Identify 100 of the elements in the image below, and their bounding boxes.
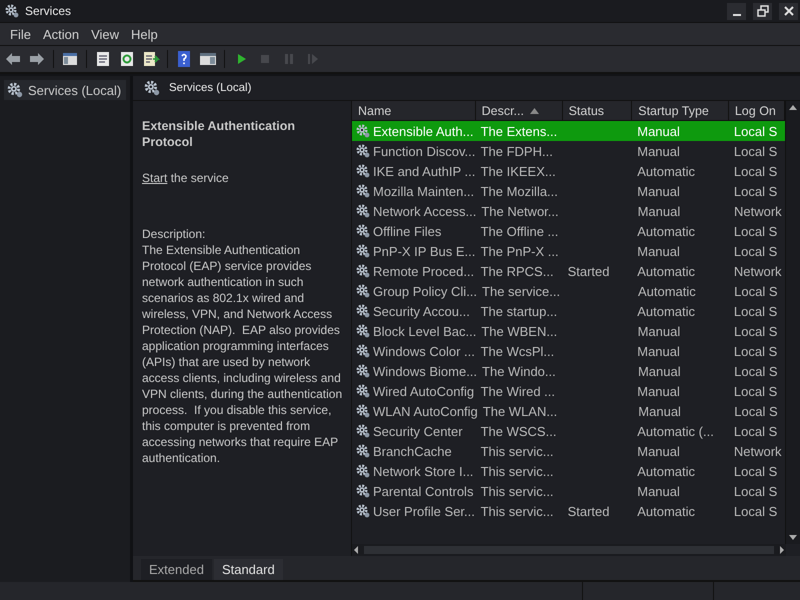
tree-item[interactable]: Services (Local) (4, 80, 126, 100)
column-header[interactable]: Name (352, 101, 476, 121)
view-tab[interactable]: Extended (141, 559, 212, 580)
table-cell: Automatic (637, 264, 696, 278)
service-icon (355, 183, 371, 199)
table-cell: This servic... (480, 484, 554, 498)
table-row[interactable]: Function Discov... The FDPH... Manual Local S (352, 141, 785, 161)
table-cell: Manual (638, 404, 681, 418)
table-cell: Block Level Bac... (373, 324, 476, 338)
table-cell: Manual (637, 244, 680, 258)
table-cell: BranchCache (373, 444, 452, 458)
table-cell: The IKEEX... (480, 164, 556, 178)
menu-item[interactable]: Action (36, 24, 86, 44)
table-cell: Manual (637, 144, 680, 158)
service-icon (355, 323, 371, 339)
table-cell: Local S (734, 124, 778, 138)
vertical-scrollbar[interactable] (785, 101, 800, 544)
minimize-button[interactable] (727, 2, 746, 20)
table-cell: Local S (734, 364, 778, 378)
table-cell: IKE and AuthIP ... (373, 164, 476, 178)
menu-item[interactable]: View (85, 24, 126, 44)
service-icon (355, 363, 371, 379)
close-button[interactable] (779, 2, 798, 20)
scroll-right-icon (778, 546, 786, 554)
table-cell: Manual (638, 204, 680, 218)
table-row[interactable]: Parental Controls This servic... Manual Local S (352, 481, 785, 501)
column-header[interactable]: Startup Type (632, 101, 729, 121)
table-row[interactable]: Group Policy Cli... The service... Automatic Local S (352, 281, 785, 301)
pane-header: Services (Local) (169, 82, 252, 94)
gear-icon (4, 3, 20, 19)
table-row[interactable]: Wired AutoConfig The Wired ... Manual Local S (352, 381, 785, 401)
table-cell: Automatic (637, 224, 696, 238)
table-row[interactable]: Extensible Auth... The Extens... Manual Local S (352, 121, 785, 141)
table-row[interactable]: PnP-X IP Bus E... The PnP-X ... Manual Local S (352, 241, 785, 261)
service-icon (355, 423, 371, 439)
table-row[interactable]: Network Access... The Networ... Manual Network (352, 201, 785, 221)
table-cell: Wired AutoConfig (373, 384, 474, 398)
table-cell: Automatic (637, 504, 696, 518)
service-icon (355, 123, 371, 139)
table-cell: Automatic (637, 464, 696, 478)
table-cell: Local S (734, 244, 778, 258)
pane-icon (199, 50, 217, 68)
column-header[interactable]: Descr... (476, 101, 563, 121)
gear-icon (143, 79, 161, 97)
table-cell: Local S (734, 324, 778, 338)
table-row[interactable]: Windows Biome... The Windo... Manual Local S (352, 361, 785, 381)
table-cell: Local S (734, 144, 778, 158)
table-cell: The RPCS... (480, 264, 554, 278)
service-icon (355, 463, 371, 479)
table-row[interactable]: WLAN AutoConfig The WLAN... Manual Local S (352, 401, 785, 421)
table-cell: User Profile Ser... (373, 504, 475, 518)
table-cell: Local S (734, 404, 778, 418)
service-icon (355, 203, 371, 219)
service-icon (355, 243, 371, 259)
table-row[interactable]: Block Level Bac... The WBEN... Manual Local S (352, 321, 785, 341)
table-cell: Local S (734, 484, 778, 498)
menu-item[interactable]: File (4, 24, 37, 44)
table-cell: Network Store I... (373, 464, 474, 478)
window-title: Services (25, 4, 72, 18)
table-cell: Network (734, 444, 782, 458)
start-link[interactable]: Start (142, 171, 168, 185)
table-row[interactable]: Security Center The WSCS... Automatic (... Local S (352, 421, 785, 441)
table-row[interactable]: IKE and AuthIP ... The IKEEX... Automatic Local S (352, 161, 785, 181)
service-icon (355, 503, 371, 519)
service-icon (355, 143, 371, 159)
table-cell: This servic... (480, 444, 554, 458)
table-cell: Manual (637, 184, 680, 198)
table-row[interactable]: Remote Proced... The RPCS... Started Automatic Network (352, 261, 785, 281)
table-cell: Manual (637, 384, 680, 398)
table-cell: Manual (637, 124, 680, 138)
table-cell: Network Access... (373, 204, 476, 218)
table-row[interactable]: Mozilla Mainten... The Mozilla... Manual Local S (352, 181, 785, 201)
export-icon (142, 50, 160, 68)
table-row[interactable]: BranchCache This servic... Manual Network (352, 441, 785, 461)
table-cell: Function Discov... (373, 144, 476, 158)
table-row[interactable]: Offline Files The Offline ... Automatic Local S (352, 221, 785, 241)
table-cell: The WcsPl... (480, 344, 554, 358)
restore-icon (756, 5, 768, 17)
service-icon (355, 223, 371, 239)
column-header[interactable]: Status (562, 101, 632, 121)
menu-item[interactable]: Help (125, 24, 164, 44)
table-row[interactable]: Security Accou... The startup... Automatic Local S (352, 301, 785, 321)
horizontal-scrollbar[interactable] (352, 544, 786, 556)
restore-button[interactable] (753, 2, 772, 20)
column-header[interactable]: Log On (728, 101, 785, 121)
table-row[interactable]: Windows Color ... The WcsPl... Manual Local S (352, 341, 785, 361)
table-cell: The WSCS... (480, 424, 556, 438)
table-cell: Manual (637, 484, 680, 498)
table-row[interactable]: User Profile Ser... This servic... Started Automatic Local S (352, 501, 785, 521)
table-row[interactable]: Network Store I... This servic... Automatic Local S (352, 461, 785, 481)
minimize-icon (732, 14, 740, 16)
table-cell: Local S (734, 164, 778, 178)
toolbar-button[interactable] (141, 49, 161, 69)
table-cell: Local S (734, 224, 778, 238)
table-cell: Extensible Auth... (373, 124, 474, 138)
view-tab[interactable]: Standard (214, 559, 283, 580)
table-cell: Mozilla Mainten... (373, 184, 474, 198)
description-label: Description: (142, 226, 206, 242)
table-cell: This servic... (480, 464, 554, 478)
table-cell: The Windo... (482, 364, 556, 378)
